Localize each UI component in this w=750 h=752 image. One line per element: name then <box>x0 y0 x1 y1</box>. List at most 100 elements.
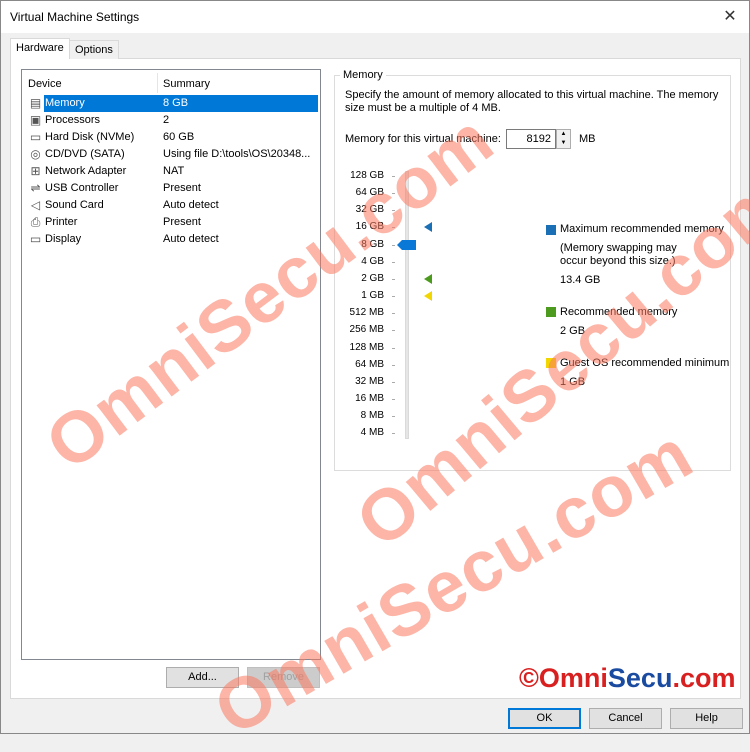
device-row-usb-controller[interactable]: ⇌ USB Controller Present <box>28 180 320 197</box>
memory-input[interactable]: 8192 <box>506 129 556 149</box>
scale-label: 256 MB <box>349 324 384 336</box>
memory-slider-track[interactable] <box>405 171 409 439</box>
scale-tick <box>392 416 395 418</box>
device-summary: Auto detect <box>163 199 219 211</box>
scale-label: 32 GB <box>355 204 384 216</box>
usb-icon: ⇌ <box>30 181 41 195</box>
device-row-sound-card[interactable]: ◁ Sound Card Auto detect <box>28 197 320 214</box>
scale-tick <box>392 330 395 332</box>
spin-down-icon[interactable]: ▼ <box>557 139 570 148</box>
device-row-cd-dvd-sata[interactable]: ◎ CD/DVD (SATA) Using file D:\tools\OS\203… <box>28 146 320 163</box>
guest-min-value: 1 GB <box>560 376 586 388</box>
device-name: CD/DVD (SATA) <box>45 148 125 160</box>
scale-label: 64 GB <box>355 187 384 199</box>
recommended-marker <box>424 273 432 284</box>
network-adapter-icon: ⊞ <box>30 164 41 178</box>
memory-icon: ▤ <box>29 96 42 110</box>
max-recommended-label: Maximum recommended memory <box>560 223 724 235</box>
device-row-network-adapter[interactable]: ⊞ Network Adapter NAT <box>28 163 320 180</box>
cancel-button[interactable]: Cancel <box>589 708 662 729</box>
scale-tick <box>392 261 395 263</box>
hard-disk-icon: ▭ <box>29 130 42 144</box>
device-row-memory[interactable]: ▤ Memory 8 GB <box>28 95 320 112</box>
guest-min-marker <box>424 291 432 302</box>
device-summary: 8 GB <box>163 97 189 109</box>
close-icon[interactable]: ✕ <box>716 5 744 29</box>
device-name: Network Adapter <box>45 165 127 177</box>
scale-label: 128 MB <box>349 341 384 353</box>
scale-tick <box>392 364 395 366</box>
device-row-display[interactable]: ▭ Display Auto detect <box>28 231 320 248</box>
scale-tick <box>392 278 395 280</box>
device-name: Sound Card <box>45 199 104 211</box>
tab-hardware[interactable]: Hardware <box>10 38 70 59</box>
max-recommended-note: (Memory swapping may occur beyond this s… <box>560 242 677 267</box>
help-button[interactable]: Help <box>670 708 743 729</box>
device-name: Processors <box>45 114 101 126</box>
scale-label: 8 MB <box>360 410 384 422</box>
recommended-swatch <box>546 307 556 317</box>
scale-tick <box>392 347 395 349</box>
ok-button[interactable]: OK <box>508 708 581 729</box>
device-name: Printer <box>45 216 78 228</box>
column-divider[interactable] <box>157 73 158 93</box>
device-summary: NAT <box>163 165 185 177</box>
add-button[interactable]: Add... <box>166 667 239 688</box>
scale-label: 16 GB <box>355 221 384 233</box>
window-title: Virtual Machine Settings <box>10 10 140 24</box>
memory-group-label: Memory <box>340 69 386 81</box>
scale-label: 8 GB <box>361 238 384 250</box>
scale-label: 4 MB <box>360 427 384 439</box>
scale-tick <box>392 210 395 212</box>
scale-label: 32 MB <box>355 375 384 387</box>
device-name: Display <box>45 233 82 245</box>
device-name: Hard Disk (NVMe) <box>45 131 135 143</box>
memory-spinner[interactable]: ▲ ▼ <box>556 129 571 149</box>
device-name: USB Controller <box>45 182 119 194</box>
recommended-value: 2 GB <box>560 325 586 337</box>
device-summary: Auto detect <box>163 233 219 245</box>
max-recommended-swatch <box>546 225 556 235</box>
max-recommended-value: 13.4 GB <box>560 274 601 286</box>
scale-tick <box>392 433 395 435</box>
scale-tick <box>392 313 395 315</box>
scale-tick <box>392 381 395 383</box>
scale-tick <box>392 398 395 400</box>
device-summary: 60 GB <box>163 131 195 143</box>
cd-dvd-icon: ◎ <box>30 147 41 161</box>
device-summary: Present <box>163 216 201 228</box>
scale-label: 1 GB <box>361 290 384 302</box>
column-header-summary[interactable]: Summary <box>163 74 210 94</box>
device-list[interactable]: Device Summary ▤ Memory 8 GB ▣ Processors 2 ▭ H… <box>21 69 321 660</box>
scale-tick <box>392 176 395 177</box>
column-header-device[interactable]: Device <box>28 74 62 94</box>
scale-label: 512 MB <box>349 307 384 319</box>
printer-icon: ⎙ <box>30 215 41 229</box>
scale-tick <box>392 227 395 229</box>
recommended-label: Recommended memory <box>560 306 678 318</box>
device-summary: 2 <box>163 114 170 126</box>
remove-button[interactable]: Remove <box>247 667 320 688</box>
device-row-printer[interactable]: ⎙ Printer Present <box>28 214 320 231</box>
scale-label: 2 GB <box>361 272 384 284</box>
scale-tick <box>392 296 395 298</box>
guest-min-label: Guest OS recommended minimum <box>560 357 730 369</box>
scale-tick <box>392 193 395 195</box>
display-icon: ▭ <box>29 232 42 246</box>
memory-unit: MB <box>579 133 596 145</box>
scale-label: 16 MB <box>355 392 384 404</box>
max-recommended-marker <box>424 222 432 233</box>
copyright-watermark: ©OmniSecu.com <box>519 663 736 693</box>
device-summary: Using file D:\tools\OS\20348... <box>163 148 311 160</box>
memory-field-label: Memory for this virtual machine: <box>345 133 501 145</box>
scale-tick <box>392 244 395 246</box>
tab-options[interactable]: Options <box>69 40 119 59</box>
spin-up-icon[interactable]: ▲ <box>557 130 570 139</box>
memory-slider-thumb[interactable] <box>397 239 416 250</box>
scale-label: 128 GB <box>350 170 384 181</box>
scale-label: 4 GB <box>361 255 384 267</box>
device-row-hard-disk-nvme[interactable]: ▭ Hard Disk (NVMe) 60 GB <box>28 129 320 146</box>
memory-description: Specify the amount of memory allocated t… <box>345 89 719 114</box>
device-row-processors[interactable]: ▣ Processors 2 <box>28 112 320 129</box>
device-summary: Present <box>163 182 201 194</box>
